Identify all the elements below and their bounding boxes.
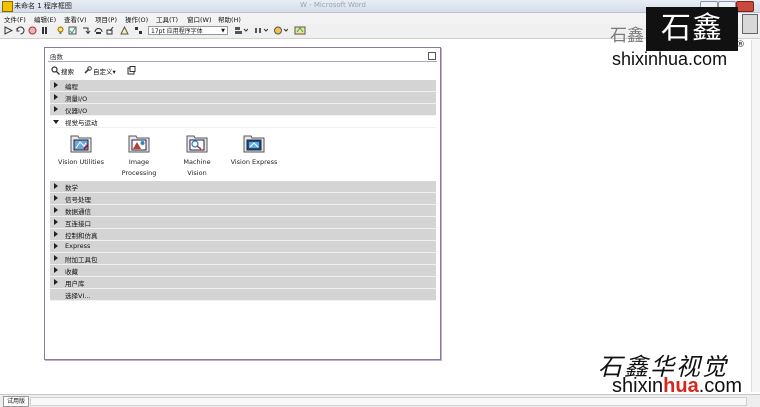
category-instrument-io[interactable]: 仪器I/O: [50, 104, 436, 116]
vi-icon: [294, 26, 306, 35]
menu-edit[interactable]: 编辑(E): [34, 14, 56, 24]
expand-triangle-icon: [54, 279, 58, 285]
vision-express-icon: [243, 135, 265, 153]
category-programming[interactable]: 编程: [50, 80, 436, 92]
category-measurement-io[interactable]: 测量I/O: [50, 92, 436, 104]
expand-triangle-icon: [54, 106, 58, 112]
run-continuous-icon[interactable]: [16, 26, 25, 35]
expand-triangle-icon: [54, 219, 58, 225]
subpalette-machine-vision[interactable]: Machine Vision: [169, 133, 225, 177]
category-favorites[interactable]: 收藏: [50, 265, 436, 277]
horizontal-scrollbar[interactable]: [30, 397, 747, 406]
menu-project[interactable]: 项目(P): [95, 14, 117, 24]
step-into-icon[interactable]: [82, 26, 91, 35]
search-icon[interactable]: [51, 66, 60, 75]
vertical-scrollbar[interactable]: [751, 40, 760, 392]
category-mathematics[interactable]: 数学: [50, 181, 436, 193]
category-data-communication[interactable]: 数据通信: [50, 205, 436, 217]
registered-mark: ®: [736, 40, 745, 50]
select-vi-item[interactable]: 选择VI...: [50, 289, 436, 301]
menu-file[interactable]: 文件(F): [4, 14, 26, 24]
divider: [48, 61, 437, 62]
status-bar: 试用版: [0, 394, 760, 407]
category-express[interactable]: Express: [50, 241, 436, 253]
expand-triangle-icon: [54, 183, 58, 189]
watermark-logo-text: 石鑫: [610, 26, 644, 46]
view-palette-icon[interactable]: [127, 66, 136, 75]
window-title: 未命名 1 程序框图: [14, 2, 72, 10]
warning-icon[interactable]: [120, 26, 129, 35]
machine-vision-icon: [186, 135, 208, 153]
watermark-logo-box: 石鑫华: [646, 7, 738, 90]
trial-badge: 试用版: [3, 396, 30, 407]
category-vision-motion[interactable]: 视觉与运动: [50, 116, 436, 128]
subpalette-vision-express[interactable]: Vision Express: [226, 133, 282, 169]
palette-pin-button[interactable]: [428, 52, 436, 60]
subpalette-image-processing[interactable]: Image Processing: [111, 133, 167, 177]
step-over-icon[interactable]: [94, 26, 103, 35]
menu-tools[interactable]: 工具(T): [156, 14, 178, 24]
background-app-title: W - Microsoft Word: [300, 1, 366, 9]
menu-window[interactable]: 窗口(W): [187, 14, 212, 24]
cleanup-diagram-icon[interactable]: [134, 26, 143, 35]
category-control-simulation[interactable]: 控制和仿真: [50, 229, 436, 241]
expand-triangle-icon: [54, 94, 58, 100]
menu-help[interactable]: 帮助(H): [218, 14, 241, 24]
labview-app-icon: [2, 1, 13, 12]
step-out-icon[interactable]: [106, 26, 115, 35]
expand-triangle-icon: [54, 195, 58, 201]
retain-wire-values-icon[interactable]: [68, 26, 77, 35]
highlight-execution-icon[interactable]: [56, 26, 65, 35]
category-user-libraries[interactable]: 用户库: [50, 277, 436, 289]
vision-utilities-icon: [70, 135, 92, 153]
expand-triangle-icon: [54, 243, 58, 249]
pause-icon[interactable]: [40, 26, 49, 35]
vi-connector-icon[interactable]: [742, 14, 758, 34]
menu-view[interactable]: 查看(V): [64, 14, 87, 24]
chevron-down-icon: ▼: [221, 28, 225, 34]
expand-triangle-icon: [54, 82, 58, 88]
customize-button[interactable]: 自定义▾: [93, 66, 116, 76]
menu-operate[interactable]: 操作(O): [125, 14, 148, 24]
category-connectivity[interactable]: 互连接口: [50, 217, 436, 229]
watermark-url-top: shixinhua.com: [612, 49, 728, 69]
subpalette-vision-utilities[interactable]: Vision Utilities: [53, 133, 109, 169]
category-addons[interactable]: 附加工具包: [50, 253, 436, 265]
distribute-objects-icon[interactable]: [254, 26, 268, 35]
abort-icon[interactable]: [28, 26, 37, 35]
functions-palette[interactable]: 函数 搜索 自定义▾ 编程 测量I/O 仪器I/O 视觉与运动 Vision U…: [44, 47, 441, 360]
wrench-icon[interactable]: [83, 66, 92, 75]
run-arrow-icon[interactable]: [4, 26, 13, 35]
expand-triangle-icon: [54, 255, 58, 261]
palette-title: 函数: [50, 53, 63, 61]
reorder-icon[interactable]: [274, 26, 288, 35]
align-objects-icon[interactable]: [234, 26, 248, 35]
image-processing-icon: [128, 135, 150, 153]
close-window-button[interactable]: [736, 1, 754, 12]
expand-triangle-icon: [54, 267, 58, 273]
font-selector[interactable]: 17pt 应用程序字体 ▼: [148, 26, 228, 35]
expand-triangle-icon: [54, 231, 58, 237]
expand-triangle-icon: [54, 207, 58, 213]
category-signal-processing[interactable]: 信号处理: [50, 193, 436, 205]
collapse-triangle-icon: [53, 120, 59, 124]
search-button[interactable]: 搜索: [61, 66, 74, 76]
